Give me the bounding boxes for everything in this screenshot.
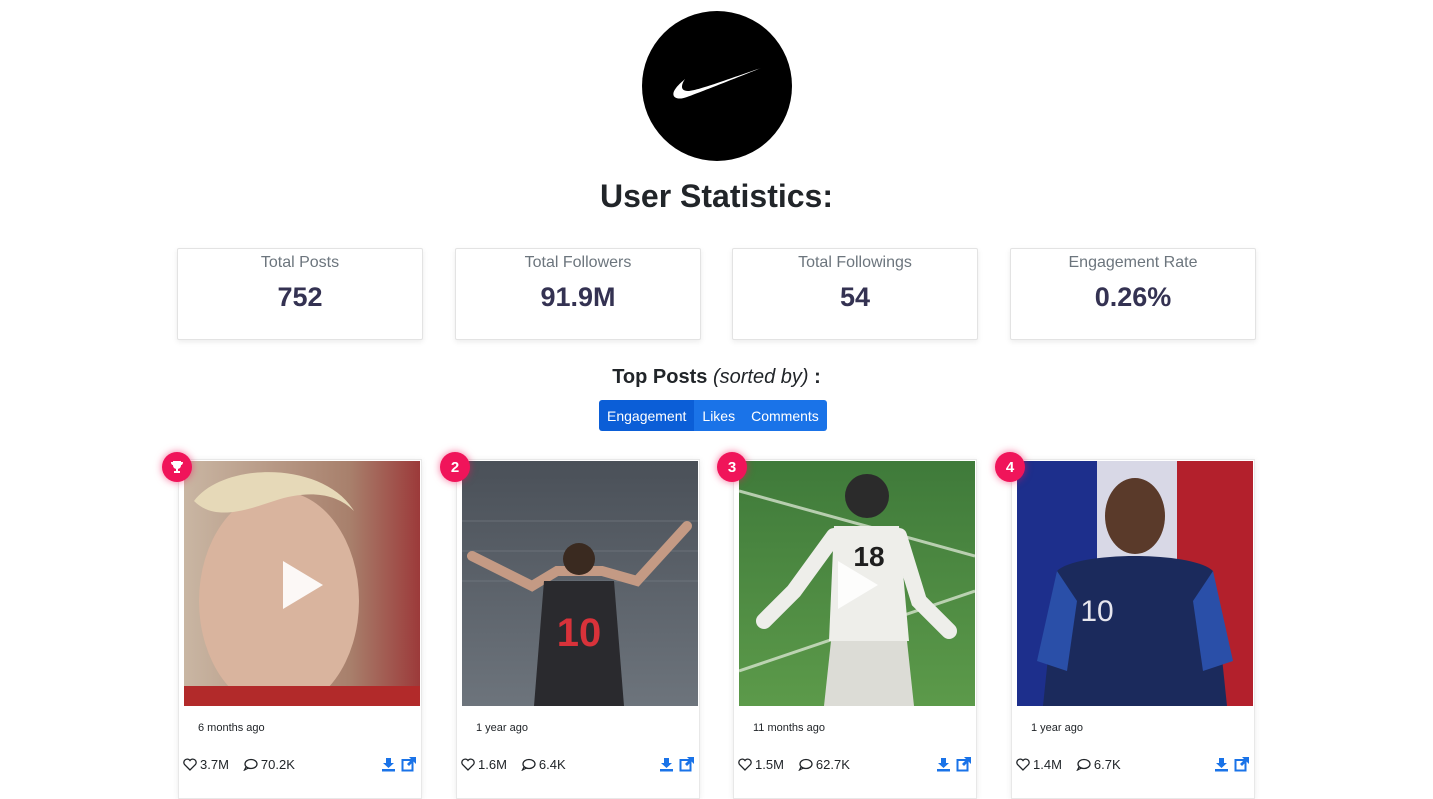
comment-icon <box>521 758 536 771</box>
likes-count: 3.7M <box>183 757 229 772</box>
stat-value: 54 <box>839 282 871 312</box>
stat-label: Total Followers <box>524 254 632 271</box>
stat-card-total-posts: Total Posts 752 <box>177 248 423 340</box>
comments-count: 6.4K <box>521 757 566 772</box>
post-actions <box>936 756 972 772</box>
post-card[interactable]: 6 months ago 3.7M 70.2K <box>178 459 422 799</box>
sort-engagement-button[interactable]: Engagement <box>599 400 695 431</box>
external-link-icon[interactable] <box>679 756 695 772</box>
stat-value: 0.26% <box>1094 282 1172 312</box>
top-posts-heading: Top Posts (sorted by) : <box>0 366 1433 389</box>
sort-likes-button[interactable]: Likes <box>694 400 744 431</box>
likes-value: 3.7M <box>200 756 229 772</box>
heart-icon <box>183 757 197 771</box>
post-time: 6 months ago <box>198 722 265 734</box>
post-card[interactable]: 10 1 year ago 1.6M 6.4K <box>456 459 700 799</box>
post-time: 1 year ago <box>1031 722 1083 734</box>
heart-icon <box>738 757 752 771</box>
comment-icon <box>1076 758 1091 771</box>
svg-text:10: 10 <box>1080 595 1113 628</box>
external-link-icon[interactable] <box>401 756 417 772</box>
post-stats: 1.4M 6.7K <box>1016 756 1250 772</box>
svg-text:10: 10 <box>557 611 602 655</box>
stat-card-total-followers: Total Followers 91.9M <box>455 248 701 340</box>
comments-value: 70.2K <box>260 756 295 772</box>
likes-value: 1.6M <box>478 756 507 772</box>
likes-count: 1.5M <box>738 757 784 772</box>
post-thumbnail[interactable]: 10 <box>1017 461 1253 706</box>
likes-value: 1.4M <box>1033 756 1062 772</box>
post-card[interactable]: 18 11 months ago 1.5M 62.7K <box>733 459 977 799</box>
stat-value: 91.9M <box>540 282 616 312</box>
post-time: 11 months ago <box>753 722 825 734</box>
page-title: User Statistics: <box>600 178 833 214</box>
likes-count: 1.4M <box>1016 757 1062 772</box>
brand-logo <box>642 11 792 161</box>
rank-badge-4: 4 <box>995 452 1025 482</box>
heart-icon <box>1016 757 1030 771</box>
likes-value: 1.5M <box>755 756 784 772</box>
comment-icon <box>798 758 813 771</box>
download-icon[interactable] <box>381 757 396 772</box>
comments-value: 6.4K <box>538 756 566 772</box>
stat-label: Total Followings <box>798 254 912 271</box>
post-thumbnail[interactable]: 10 <box>462 461 698 706</box>
post-actions <box>381 756 417 772</box>
rank-badge-3: 3 <box>717 452 747 482</box>
post-thumbnail[interactable]: 18 <box>739 461 975 706</box>
rank-badge-1 <box>162 452 192 482</box>
sort-button-group: Engagement Likes Comments <box>599 400 827 431</box>
comments-value: 6.7K <box>1093 756 1121 772</box>
post-actions <box>659 756 695 772</box>
external-link-icon[interactable] <box>1234 756 1250 772</box>
rank-badge-2: 2 <box>440 452 470 482</box>
post-actions <box>1214 756 1250 772</box>
post-stats: 3.7M 70.2K <box>183 756 417 772</box>
post-thumbnail[interactable] <box>184 461 420 706</box>
comments-count: 62.7K <box>798 757 850 772</box>
post-stats: 1.5M 62.7K <box>738 756 972 772</box>
external-link-icon[interactable] <box>956 756 972 772</box>
likes-count: 1.6M <box>461 757 507 772</box>
download-icon[interactable] <box>936 757 951 772</box>
play-icon[interactable] <box>834 559 880 611</box>
download-icon[interactable] <box>1214 757 1229 772</box>
sorted-by-label: (sorted by) <box>712 366 809 388</box>
stat-label: Total Posts <box>260 254 340 271</box>
comment-icon <box>243 758 258 771</box>
swoosh-icon <box>673 68 761 99</box>
comments-value: 62.7K <box>815 756 850 772</box>
stat-card-total-followings: Total Followings 54 <box>732 248 978 340</box>
sort-comments-button[interactable]: Comments <box>743 400 827 431</box>
trophy-icon <box>171 461 183 473</box>
stat-card-engagement-rate: Engagement Rate 0.26% <box>1010 248 1256 340</box>
stat-value: 752 <box>277 282 323 312</box>
post-card[interactable]: 10 1 year ago 1.4M 6.7K <box>1011 459 1255 799</box>
post-stats: 1.6M 6.4K <box>461 756 695 772</box>
post-time: 1 year ago <box>476 722 528 734</box>
download-icon[interactable] <box>659 757 674 772</box>
top-posts-title: Top Posts <box>612 366 708 388</box>
play-icon[interactable] <box>279 559 325 611</box>
comments-count: 70.2K <box>243 757 295 772</box>
stat-label: Engagement Rate <box>1068 254 1198 271</box>
comments-count: 6.7K <box>1076 757 1121 772</box>
heading-colon: : <box>814 366 821 388</box>
heart-icon <box>461 757 475 771</box>
